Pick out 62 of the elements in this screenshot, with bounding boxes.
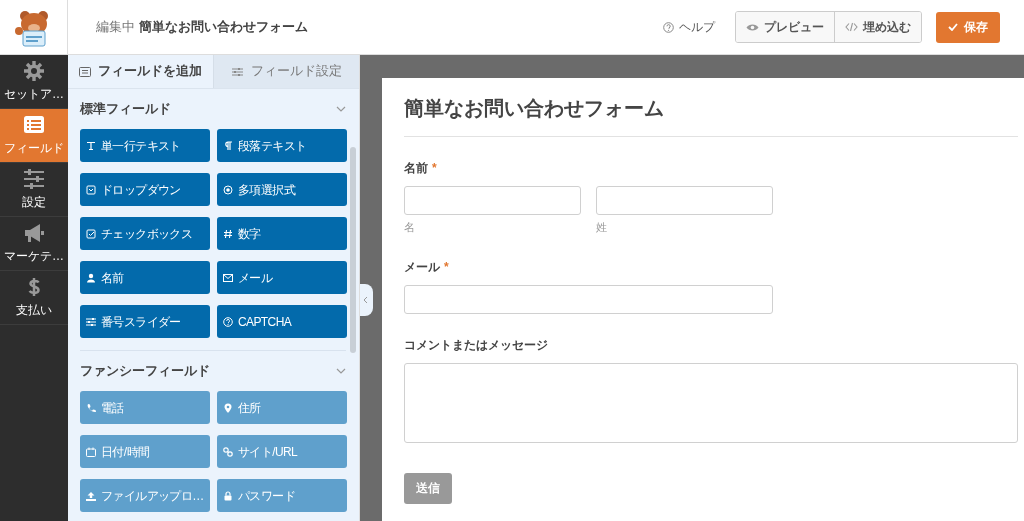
field-button[interactable]: CAPTCHA xyxy=(217,305,347,338)
code-icon xyxy=(845,22,858,32)
sliders-icon xyxy=(231,66,244,77)
person-icon xyxy=(86,272,96,283)
field-button[interactable]: ドロップダウン xyxy=(80,173,210,206)
gear-icon xyxy=(23,60,45,82)
help-icon xyxy=(663,21,674,33)
sublabel: 名 xyxy=(404,220,416,235)
envelope-icon xyxy=(223,272,233,283)
eye-icon xyxy=(746,22,759,32)
field-button[interactable]: 数字 xyxy=(217,217,347,250)
field-button[interactable]: 段落テキスト xyxy=(217,129,347,162)
link-icon xyxy=(223,446,233,457)
field-label: メール xyxy=(404,258,440,276)
field-button[interactable]: メール xyxy=(217,261,347,294)
lock-icon xyxy=(223,490,233,501)
pilcrow-icon xyxy=(223,140,233,151)
field-label: 名前 xyxy=(404,160,428,177)
list-icon xyxy=(79,66,91,77)
form-title: 簡単なお問い合わせフォーム xyxy=(404,96,1018,137)
message-field[interactable] xyxy=(404,362,1018,443)
phone-icon xyxy=(86,402,96,413)
text-field[interactable] xyxy=(596,186,773,215)
dropdown-icon xyxy=(86,184,96,195)
form-icon xyxy=(23,114,45,136)
radio-icon xyxy=(223,184,233,195)
field-button[interactable]: 名前 xyxy=(80,261,210,294)
preview-button[interactable]: プレビュー xyxy=(736,12,834,42)
required-mark: * xyxy=(432,160,437,177)
text-field[interactable] xyxy=(404,186,581,215)
chevron-icon[interactable] xyxy=(336,366,346,376)
form-name: 簡単なお問い合わせフォーム xyxy=(139,18,308,37)
question-icon xyxy=(223,316,233,327)
field-button[interactable]: 多項選択式 xyxy=(217,173,347,206)
editing-label: 編集中 xyxy=(96,18,135,37)
panel-tab[interactable]: フィールド設定 xyxy=(213,55,359,88)
megaphone-icon xyxy=(23,222,45,244)
save-button[interactable]: 保存 xyxy=(936,11,1000,43)
embed-button[interactable]: 埋め込む xyxy=(834,12,921,42)
sidebar-item[interactable]: フィールド xyxy=(0,109,68,163)
required-mark: * xyxy=(444,258,449,276)
text-cursor-icon xyxy=(86,140,96,151)
checkbox-icon xyxy=(86,228,96,239)
collapse-handle-icon[interactable] xyxy=(360,284,373,316)
sublabel: 姓 xyxy=(596,220,608,235)
scrollbar[interactable] xyxy=(350,147,356,353)
upload-icon xyxy=(86,490,96,501)
field-button[interactable]: チェックボックス xyxy=(80,217,210,250)
section-title: ファンシーフィールド xyxy=(80,362,210,380)
check-icon xyxy=(948,23,958,31)
section-title: 標準フィールド xyxy=(80,100,171,118)
sliders-icon xyxy=(23,168,45,190)
email-field[interactable] xyxy=(404,284,773,314)
field-label: コメントまたはメッセージ xyxy=(404,336,548,354)
map-pin-icon xyxy=(223,402,233,413)
field-button[interactable]: 番号スライダー xyxy=(80,305,210,338)
help-link[interactable]: ヘルプ xyxy=(657,17,721,37)
sliders-icon xyxy=(86,316,96,327)
hash-icon xyxy=(223,228,233,239)
field-button[interactable]: 単一行テキスト xyxy=(80,129,210,162)
calendar-icon xyxy=(86,446,96,457)
chevron-icon[interactable] xyxy=(336,104,346,114)
